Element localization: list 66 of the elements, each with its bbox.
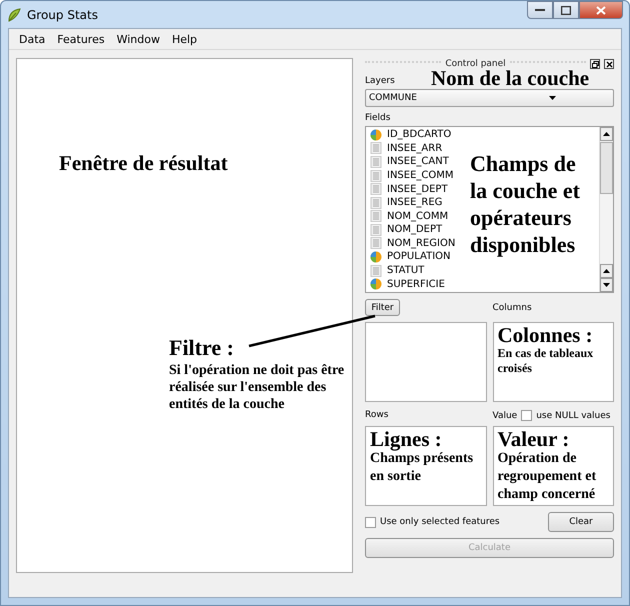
checkbox-label: use NULL values [536, 410, 610, 420]
close-button[interactable] [604, 59, 614, 69]
pie-icon [370, 250, 382, 263]
list-item[interactable]: INSEE_COMM [370, 168, 454, 182]
text-lines-icon [370, 264, 382, 277]
annotation-title: Lignes : [370, 428, 443, 450]
checkbox[interactable] [365, 516, 376, 528]
window-title: Group Stats [27, 8, 98, 22]
menu-item[interactable]: Help [166, 30, 204, 48]
checkbox-label: Use only selected features [380, 517, 500, 527]
menu-item[interactable]: Features [51, 30, 111, 48]
maximize-button[interactable] [553, 1, 579, 19]
list-item[interactable]: INSEE_DEPT [370, 182, 448, 196]
list-item[interactable]: STATUT [370, 264, 424, 278]
list-item[interactable]: ID_BDCARTO [370, 128, 452, 142]
list-item[interactable]: INSEE_CANT [370, 155, 449, 169]
down-arrow-icon[interactable] [603, 283, 610, 287]
menu-item[interactable]: Window [110, 30, 166, 48]
up-arrow-icon[interactable] [603, 269, 610, 273]
annotation-text: Champs de la couche et opérateurs disponibles [470, 150, 580, 258]
annotation-text: Fenêtre de résultat [59, 151, 228, 176]
list-item[interactable]: NOM_REGION [370, 236, 456, 250]
menu-item[interactable]: Data [13, 30, 52, 48]
close-icon [596, 6, 606, 14]
field-label: Columns [492, 302, 532, 312]
filter-button[interactable]: Filter [365, 299, 400, 316]
pie-icon [370, 278, 382, 290]
annotation-title: Colonnes : [498, 324, 594, 346]
text-lines-icon [370, 183, 382, 196]
text-lines-icon [370, 156, 382, 168]
annotation-title: Valeur : [498, 428, 570, 450]
float-button[interactable] [590, 59, 600, 69]
field-label: Rows [365, 410, 390, 421]
pie-icon [370, 128, 382, 141]
layer-dropdown[interactable]: COMMUNE [365, 89, 614, 107]
annotation-text: Champs présents en sortie [370, 451, 474, 486]
text-lines-icon [370, 196, 382, 209]
annotation-text: Opération de regroupement et champ concerné [498, 450, 598, 504]
maximize-icon [561, 6, 571, 14]
text-lines-icon [370, 224, 382, 236]
list-item[interactable]: INSEE_REG [370, 196, 442, 210]
annotation-text: En cas de tableaux croisés [498, 346, 594, 376]
list-item[interactable]: INSEE_ARR [370, 142, 442, 156]
field-label: Layers [365, 76, 395, 86]
annotation-title: Filtre : [169, 335, 234, 361]
list-item[interactable]: SUPERFICIE [370, 277, 445, 291]
scrollbar[interactable] [599, 127, 613, 292]
list-item[interactable]: NOM_COMM [370, 209, 448, 224]
leaf-icon [7, 8, 21, 22]
caret-icon [548, 96, 556, 100]
text-lines-icon [370, 237, 382, 250]
up-arrow-icon[interactable] [603, 132, 610, 136]
panel-title: Control panel [445, 59, 506, 69]
text-lines-icon [370, 142, 382, 154]
annotation-text: Si l'opération ne doit pas être réalisée sur l'ensemble des entités de la couche [169, 362, 346, 413]
text-lines-icon [370, 210, 382, 222]
field-label: Value [492, 411, 518, 421]
checkbox[interactable] [521, 410, 532, 421]
minimize-button[interactable] [527, 1, 553, 19]
annotation-text: Nom de la couche [431, 67, 590, 89]
text-lines-icon [370, 170, 382, 182]
list-item[interactable]: NOM_DEPT [370, 223, 442, 237]
clear-button[interactable]: Clear [548, 512, 614, 532]
minimize-icon [535, 8, 545, 12]
field-label: Fields [365, 113, 392, 123]
list-item[interactable]: POPULATION [370, 250, 451, 264]
